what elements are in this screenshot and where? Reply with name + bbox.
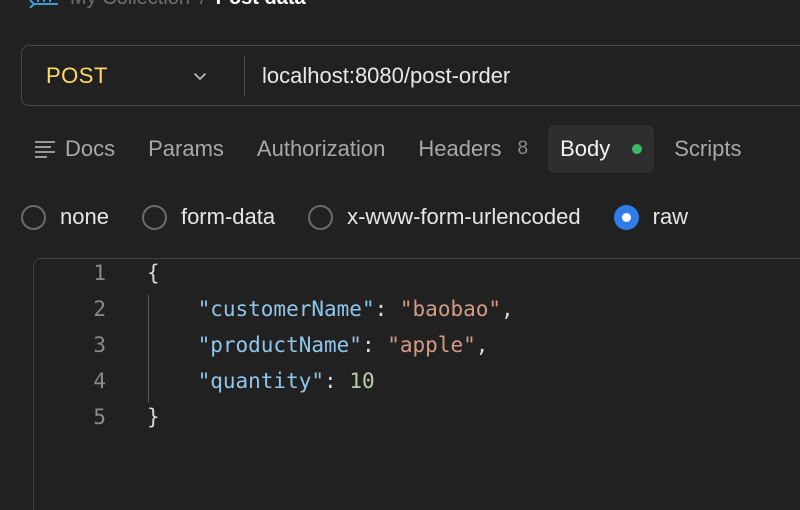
code-line: 3 "productName": "apple", [34,333,794,369]
code-line: 5 } [34,405,794,441]
json-trailing: , [501,297,514,321]
radio-none-label: none [60,204,109,229]
line-number: 3 [93,333,106,357]
tab-body-label: Body [560,136,611,161]
method-select[interactable]: POST [22,46,244,105]
radio-circle[interactable] [21,204,46,230]
radio-circle[interactable] [141,204,167,230]
radio-urlencoded-label: x-www-form-urlencoded [347,204,581,229]
radio-none[interactable]: none [21,204,109,230]
tab-params-label: Params [148,136,224,161]
chevron-down-icon [194,73,206,80]
json-key: "productName" [197,333,362,357]
collection-icon [29,0,58,8]
radio-raw-label: raw [652,204,689,229]
line-number: 1 [93,261,106,285]
json-trailing: , [475,333,489,357]
body-type-radios: none form-data x-www-form-urlencoded raw [21,195,721,239]
breadcrumb-parent[interactable]: My Collection [70,0,190,10]
line-number: 4 [93,369,106,393]
tab-scripts-label: Scripts [674,136,742,161]
tab-docs-label: Docs [65,136,116,161]
breadcrumb: My Collection / Post data [28,0,306,10]
json-value: "baobao" [399,297,502,321]
code-line: 2 "customerName": "baobao", [34,297,794,333]
code-line: 1 { [34,261,794,297]
json-key: "quantity" [197,369,325,393]
tab-params[interactable]: Params [135,125,244,173]
tab-body[interactable]: Body [548,125,655,173]
headers-count-badge: 8 [517,138,529,159]
tab-headers[interactable]: Headers 8 [405,125,548,173]
json-field: "productName": "apple", [197,333,489,357]
json-key: "customerName" [197,297,375,321]
method-label: POST [46,62,108,88]
radio-raw[interactable]: raw [613,204,689,230]
radio-form-data-label: form-data [180,204,276,229]
tab-authorization[interactable]: Authorization [244,125,405,173]
breadcrumb-current[interactable]: Post data [216,0,306,10]
request-page: My Collection / Post data POST Docs Para… [0,0,800,510]
url-input[interactable] [245,45,800,106]
breadcrumb-separator: / [200,0,206,10]
tab-docs[interactable]: Docs [0,125,135,173]
line-number: 2 [93,297,106,321]
json-field: "customerName": "baobao", [197,297,514,321]
open-brace: { [147,261,160,285]
json-value: "apple" [387,333,476,357]
request-tabs: Docs Params Authorization Headers 8 Body… [0,124,800,174]
tab-scripts[interactable]: Scripts [654,125,753,173]
tab-headers-label: Headers [418,136,502,161]
tab-authorization-label: Authorization [256,136,386,161]
body-editor[interactable]: 1 { 2 "customerName": "baobao", 3 "produ… [33,258,800,510]
body-status-dot [632,144,643,154]
json-field: "quantity": 10 [197,369,375,393]
url-bar: POST [21,45,800,106]
docs-icon [35,141,55,158]
radio-urlencoded[interactable]: x-www-form-urlencoded [308,204,581,230]
radio-circle-selected[interactable] [613,204,639,230]
line-number: 5 [93,405,106,429]
json-value: 10 [349,369,375,393]
radio-form-data[interactable]: form-data [141,204,276,230]
code-line: 4 "quantity": 10 [34,369,794,405]
close-brace: } [147,405,160,429]
radio-circle[interactable] [308,204,334,230]
